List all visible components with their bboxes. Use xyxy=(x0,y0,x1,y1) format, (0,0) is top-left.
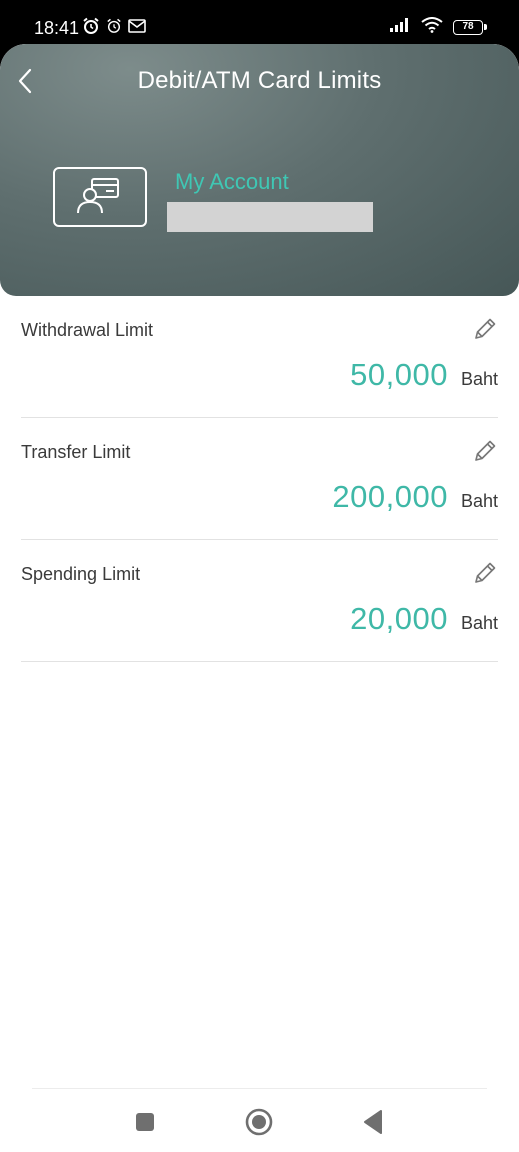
status-notification-icons xyxy=(82,17,146,40)
phone-screen: 18:41 78 Debit/ATM Card Limits My Accoun… xyxy=(0,0,519,1152)
limit-amount: 200,000 xyxy=(332,479,448,514)
header-panel: Debit/ATM Card Limits My Account xyxy=(0,44,519,296)
limit-unit: Baht xyxy=(460,369,498,389)
status-time: 18:41 xyxy=(34,18,80,38)
page-title: Debit/ATM Card Limits xyxy=(137,67,382,94)
pencil-icon xyxy=(475,318,496,339)
limit-amount-group: 20,000 Baht xyxy=(350,600,498,638)
pencil-icon xyxy=(475,562,496,583)
chevron-left-icon xyxy=(18,68,32,94)
limit-row-spending: Spending Limit 20,000 Baht xyxy=(21,540,498,662)
limit-amount: 20,000 xyxy=(350,601,448,636)
wifi-icon xyxy=(421,17,443,38)
limit-amount: 50,000 xyxy=(350,357,448,392)
home-button[interactable] xyxy=(239,1104,279,1140)
back-triangle-icon xyxy=(364,1110,382,1134)
limit-unit: Baht xyxy=(460,491,498,511)
limit-amount-group: 50,000 Baht xyxy=(350,356,498,394)
nav-divider xyxy=(32,1088,487,1089)
mail-icon xyxy=(128,18,146,39)
limit-label: Transfer Limit xyxy=(21,442,131,462)
pencil-icon xyxy=(475,440,496,461)
limit-amount-group: 200,000 Baht xyxy=(332,478,498,516)
edit-withdrawal-limit-button[interactable] xyxy=(472,316,498,342)
account-number-redacted xyxy=(167,202,373,232)
limit-unit: Baht xyxy=(460,613,498,633)
status-system-icons: 78 xyxy=(389,17,487,38)
status-bar: 18:41 78 xyxy=(0,0,519,48)
edit-transfer-limit-button[interactable] xyxy=(472,438,498,464)
battery-icon: 78 xyxy=(453,20,487,35)
limit-label: Spending Limit xyxy=(21,564,141,584)
home-circle-icon xyxy=(245,1108,273,1136)
signal-icon xyxy=(389,17,411,38)
limit-row-withdrawal: Withdrawal Limit 50,000 Baht xyxy=(21,296,498,418)
alarm-clock-icon xyxy=(82,17,100,40)
recents-button[interactable] xyxy=(125,1104,165,1140)
account-name: My Account xyxy=(175,169,289,194)
edit-spending-limit-button[interactable] xyxy=(472,560,498,586)
alarm-clock-icon xyxy=(106,18,122,39)
app-body: Debit/ATM Card Limits My Account Withdra… xyxy=(0,44,519,1152)
recents-square-icon xyxy=(136,1113,154,1131)
limit-row-transfer: Transfer Limit 200,000 Baht xyxy=(21,418,498,540)
limit-label: Withdrawal Limit xyxy=(21,320,154,340)
back-nav-button[interactable] xyxy=(353,1104,393,1140)
back-button[interactable] xyxy=(8,64,42,98)
card-holder-icon xyxy=(53,167,147,227)
